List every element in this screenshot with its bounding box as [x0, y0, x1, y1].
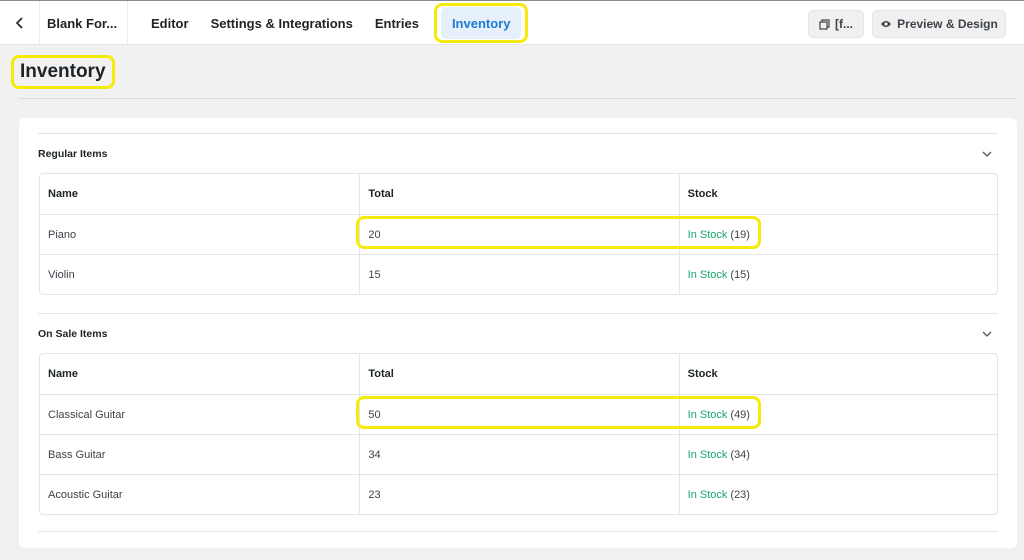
- stock-count: (23): [730, 488, 750, 501]
- tab-editor[interactable]: Editor: [140, 7, 200, 39]
- item-stock: In Stock (49): [678, 395, 997, 434]
- column-header-stock: Stock: [678, 174, 997, 214]
- chevron-down-icon[interactable]: [980, 327, 994, 341]
- item-name: Piano: [48, 228, 77, 241]
- preview-label: Preview & Design: [897, 17, 998, 31]
- item-stock: In Stock (15): [678, 255, 997, 294]
- page-title-highlight: Inventory: [11, 55, 115, 89]
- item-total: 23: [359, 475, 678, 514]
- item-total: 50: [359, 395, 678, 434]
- inventory-card: Regular Items Name Total Stock Piano 20 …: [19, 118, 1017, 548]
- item-name: Classical Guitar: [48, 408, 126, 421]
- regular-items-table: Name Total Stock Piano 20 In Stock (19) …: [39, 173, 998, 295]
- stock-count: (49): [730, 408, 750, 421]
- shortcode-label: [f...: [835, 17, 853, 31]
- table-row: Violin 15 In Stock (15): [40, 254, 997, 294]
- tab-entries[interactable]: Entries: [364, 7, 430, 39]
- tab-inventory[interactable]: Inventory: [440, 7, 522, 39]
- item-stock: In Stock (19): [678, 215, 997, 254]
- column-header-total: Total: [359, 354, 678, 394]
- stock-count: (34): [730, 448, 750, 461]
- item-stock: In Stock (23): [678, 475, 997, 514]
- column-header-name: Name: [48, 188, 78, 200]
- shortcode-button[interactable]: [f...: [808, 10, 864, 38]
- table-row: Piano 20 In Stock (19): [40, 214, 997, 254]
- column-header-total: Total: [359, 174, 678, 214]
- table-row: Acoustic Guitar 23 In Stock (23): [40, 474, 997, 514]
- item-total: 15: [359, 255, 678, 294]
- item-stock: In Stock (34): [678, 435, 997, 474]
- chevron-down-icon[interactable]: [980, 147, 994, 161]
- chevron-left-icon: [15, 17, 23, 29]
- stock-status: In Stock: [687, 408, 728, 421]
- item-name: Acoustic Guitar: [48, 488, 123, 501]
- eye-icon: [881, 21, 892, 27]
- stock-status: In Stock: [687, 228, 728, 241]
- column-header-stock: Stock: [678, 354, 997, 394]
- stock-status: In Stock: [687, 448, 728, 461]
- on-sale-items-table: Name Total Stock Classical Guitar 50 In …: [39, 353, 998, 515]
- section-divider: [38, 313, 998, 314]
- item-total: 20: [359, 215, 678, 254]
- item-name: Bass Guitar: [48, 448, 106, 461]
- section-divider: [38, 133, 998, 134]
- stock-count: (19): [730, 228, 750, 241]
- table-row: Classical Guitar 50 In Stock (49): [40, 394, 997, 434]
- stock-count: (15): [730, 268, 750, 281]
- stock-status: In Stock: [687, 268, 728, 281]
- item-name: Violin: [48, 268, 75, 281]
- form-title[interactable]: Blank For...: [40, 1, 128, 45]
- copy-icon: [819, 18, 830, 30]
- section-title-on-sale[interactable]: On Sale Items: [38, 328, 107, 340]
- tab-highlight: Inventory: [433, 3, 529, 43]
- title-divider: [18, 98, 1016, 99]
- tab-bar: Editor Settings & Integrations Entries I…: [140, 1, 529, 45]
- preview-design-button[interactable]: Preview & Design: [872, 10, 1006, 38]
- table-header-row: Name Total Stock: [40, 174, 997, 214]
- section-divider: [38, 531, 998, 532]
- top-bar: Blank For... Editor Settings & Integrati…: [0, 0, 1024, 45]
- section-title-regular[interactable]: Regular Items: [38, 148, 107, 160]
- table-header-row: Name Total Stock: [40, 354, 997, 394]
- stock-status: In Stock: [687, 488, 728, 501]
- tab-settings-integrations[interactable]: Settings & Integrations: [200, 7, 364, 39]
- item-total: 34: [359, 435, 678, 474]
- column-header-name: Name: [48, 368, 78, 380]
- table-row: Bass Guitar 34 In Stock (34): [40, 434, 997, 474]
- page-title: Inventory: [20, 61, 106, 82]
- back-button[interactable]: [0, 1, 40, 45]
